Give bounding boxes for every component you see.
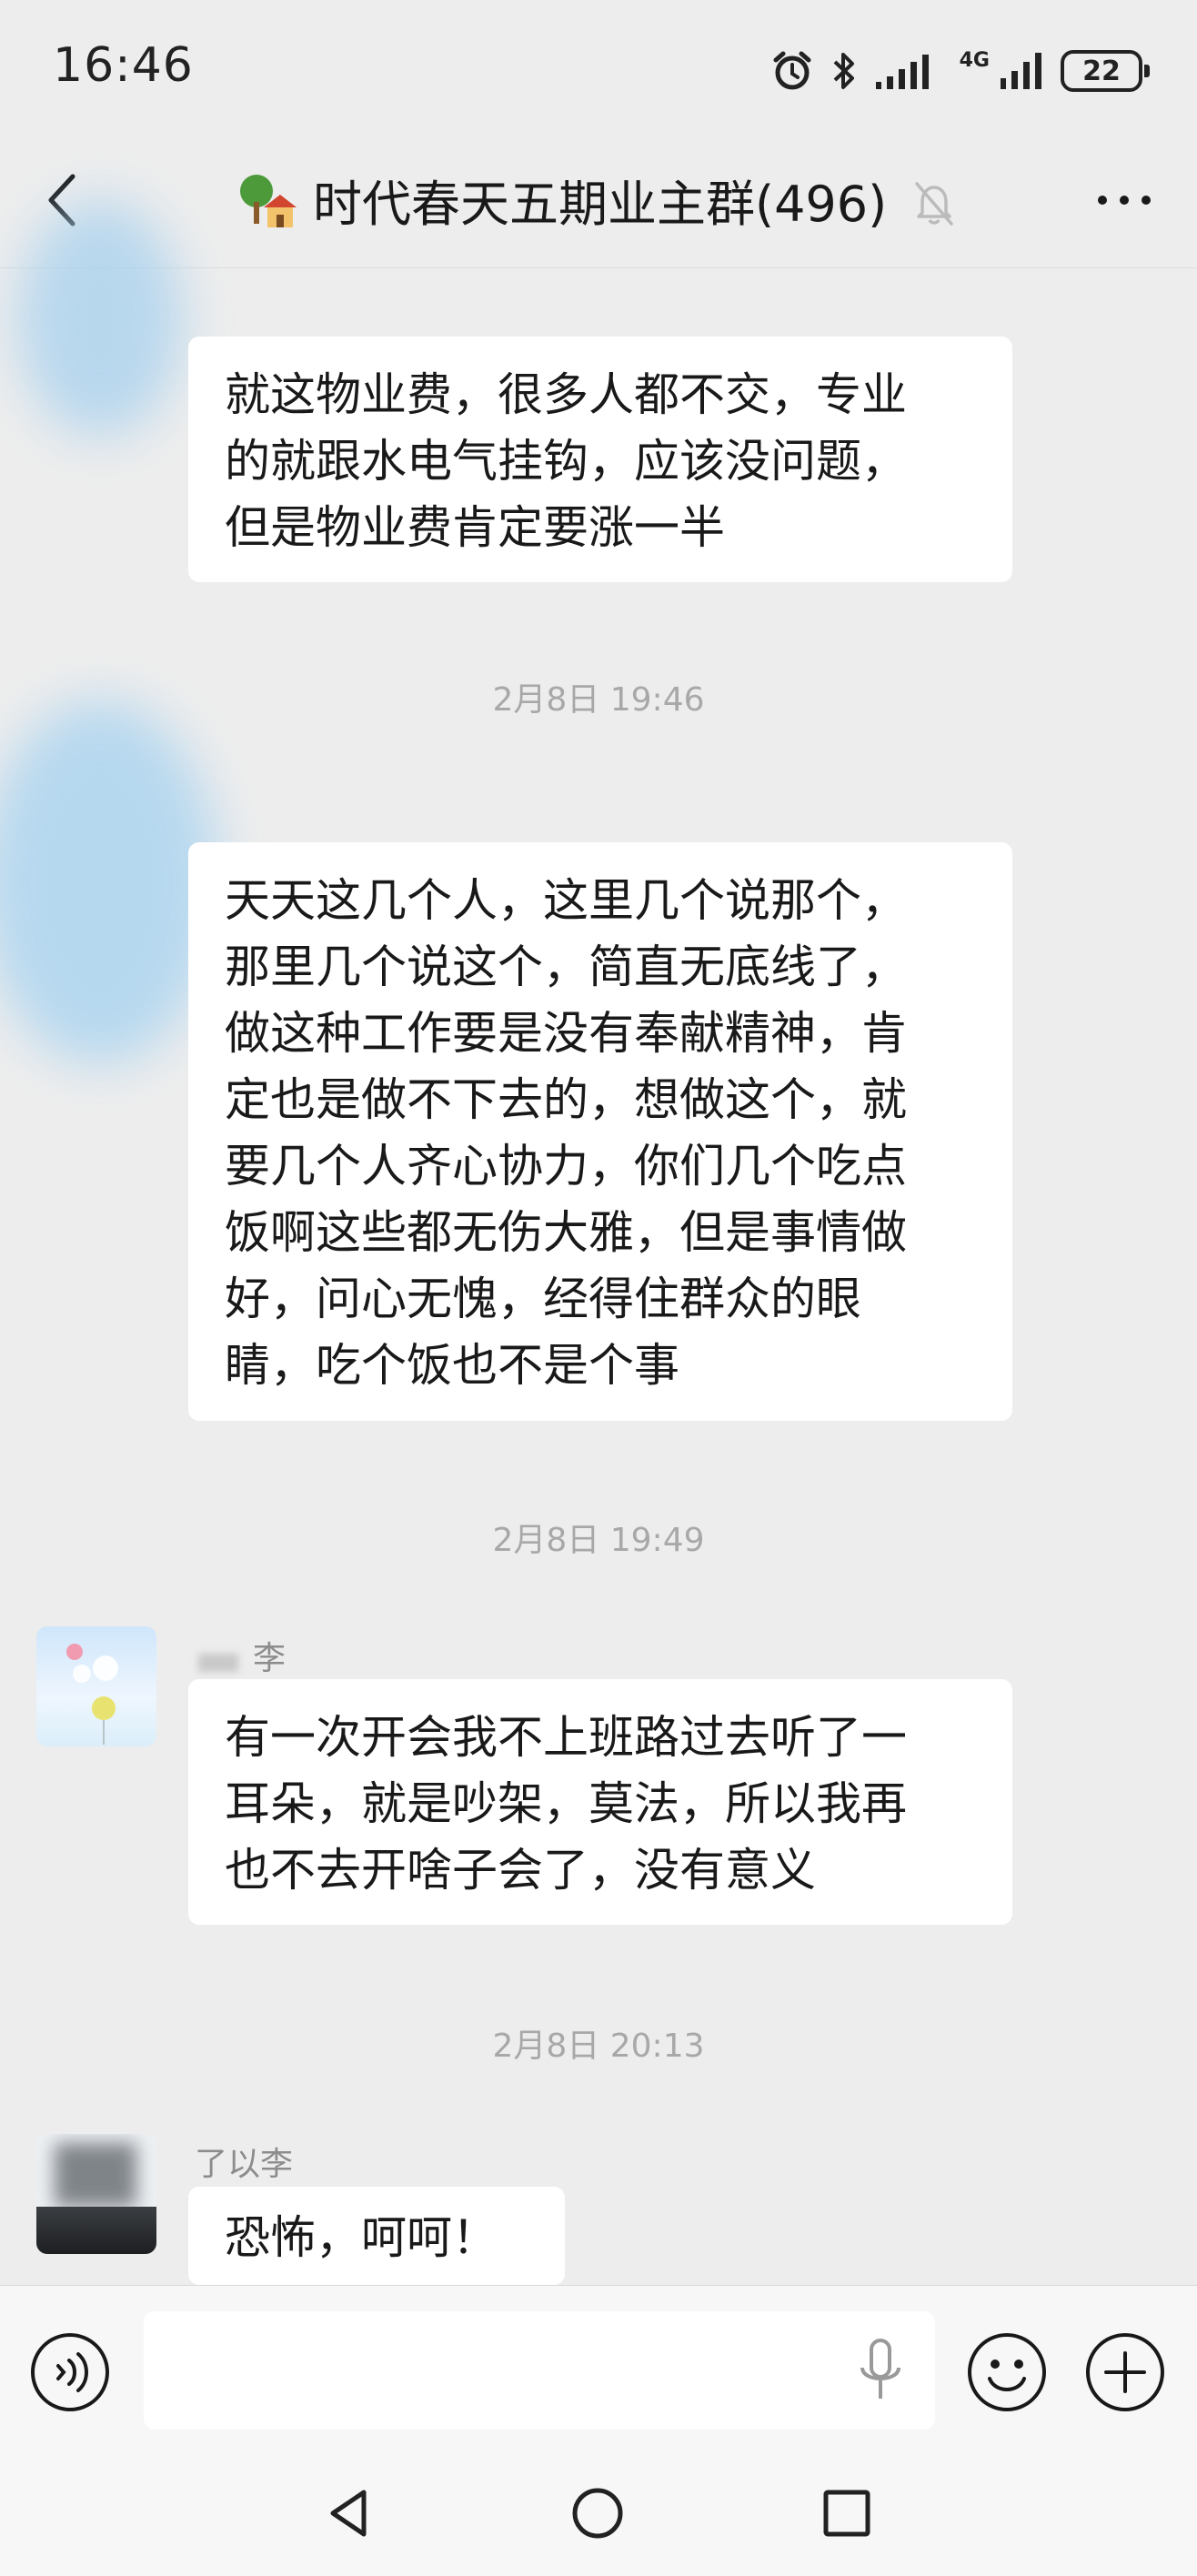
- emoji-button[interactable]: [966, 2331, 1048, 2413]
- bluetooth-icon: [833, 53, 854, 89]
- nav-back-icon[interactable]: [318, 2481, 382, 2545]
- message-bubble[interactable]: 有一次开会我不上班路过去听了一 耳朵，就是吵架，莫法，所以我再 也不去开啥子会了…: [188, 1679, 1012, 1925]
- mute-bell-icon: [915, 182, 953, 226]
- signal-4g-icon: [1001, 53, 1041, 89]
- chat-title: 时代春天五期业主群(496): [313, 176, 888, 233]
- avatar-blur: [0, 700, 218, 1064]
- microphone-icon[interactable]: [855, 2335, 906, 2408]
- status-time: 16:46: [53, 38, 194, 93]
- chat-header: 时代春天五期业主群(496): [0, 136, 1197, 268]
- input-bar: [0, 2285, 1197, 2451]
- network-type-label: 4G: [959, 48, 990, 72]
- message-timestamp: 2月8日 20:13: [492, 2028, 705, 2065]
- message-bubble[interactable]: 天天这几个人，这里几个说那个， 那里几个说这个，简直无底线了， 做这种工作要是没…: [188, 842, 1012, 1421]
- message-bubble[interactable]: 恐怖，呵呵！: [188, 2187, 565, 2285]
- message-timestamp: 2月8日 19:46: [492, 681, 705, 719]
- status-bar: 16:46 4G 22: [0, 0, 1197, 136]
- message-bubble[interactable]: 就这物业费，很多人都不交，专业 的就跟水电气挂钩，应该没问题， 但是物业费肯定要…: [188, 337, 1012, 582]
- more-options-button[interactable]: [1088, 173, 1161, 227]
- voice-input-button[interactable]: [29, 2331, 111, 2413]
- nav-home-icon[interactable]: [566, 2481, 629, 2545]
- message-input[interactable]: [144, 2311, 935, 2430]
- house-tree-icon: [240, 175, 297, 227]
- signal-icon: [875, 55, 929, 89]
- avatar[interactable]: [36, 2134, 156, 2254]
- sender-name-blur: [198, 1654, 238, 1672]
- nav-recent-apps-icon[interactable]: [815, 2481, 879, 2545]
- battery-indicator: 22: [1061, 50, 1150, 92]
- sender-name: 李: [253, 1640, 287, 1677]
- system-nav-bar: [0, 2450, 1197, 2576]
- avatar-blur: [18, 200, 182, 437]
- more-functions-button[interactable]: [1084, 2331, 1166, 2413]
- message-timestamp: 2月8日 19:49: [492, 1522, 705, 1559]
- battery-level: 22: [1082, 55, 1121, 87]
- alarm-icon: [773, 51, 811, 90]
- avatar[interactable]: [36, 1626, 156, 1746]
- status-icons: 4G 22: [770, 45, 1150, 96]
- balloon-icon: [66, 1644, 118, 1745]
- sender-name: 了以李: [195, 2146, 294, 2183]
